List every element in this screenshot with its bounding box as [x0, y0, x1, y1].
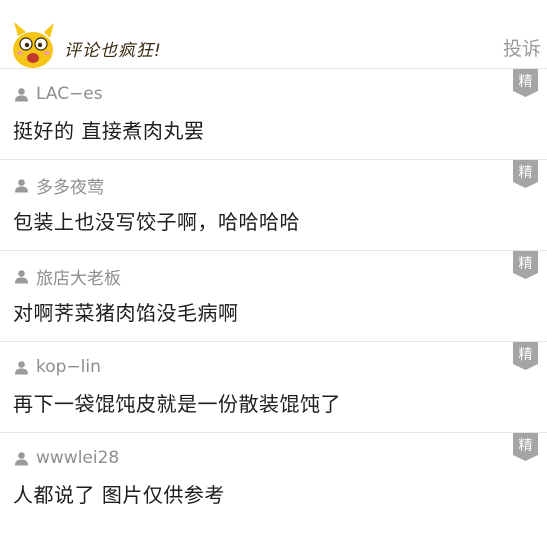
featured-badge: 精 — [513, 160, 538, 188]
comment-user-row: 旅店大老板 — [14, 264, 121, 289]
user-icon — [15, 269, 28, 283]
user-icon — [15, 360, 28, 374]
featured-badge: 精 — [513, 69, 538, 97]
comment-username[interactable]: 旅店大老板 — [36, 264, 121, 289]
comment-item: 精 旅店大老板 对啊荠菜猪肉馅没毛病啊 — [0, 250, 547, 341]
comment-text: 对啊荠菜猪肉馅没毛病啊 — [13, 301, 239, 325]
comment-user-row: kop−lin — [14, 356, 101, 378]
user-icon — [15, 87, 28, 101]
comment-user-row: LAC−es — [14, 83, 103, 105]
featured-badge-label: 精 — [519, 165, 533, 181]
comments-header: 评论也疯狂! 投诉 — [0, 0, 547, 68]
report-link[interactable]: 投诉 — [503, 34, 541, 61]
featured-badge-label: 精 — [519, 438, 533, 454]
comment-text: 人都说了 图片仅供参考 — [13, 483, 225, 507]
comment-username[interactable]: kop−lin — [36, 357, 101, 377]
comment-item: 精 LAC−es 挺好的 直接煮肉丸罢 — [0, 68, 547, 159]
comment-text: 挺好的 直接煮肉丸罢 — [13, 119, 205, 143]
featured-badge-label: 精 — [519, 347, 533, 363]
comment-item: 精 多多夜莺 包装上也没写饺子啊，哈哈哈哈 — [0, 159, 547, 250]
featured-badge-label: 精 — [519, 74, 533, 90]
featured-badge-label: 精 — [519, 256, 533, 272]
comment-text: 包装上也没写饺子啊，哈哈哈哈 — [13, 210, 300, 234]
user-icon — [15, 451, 28, 465]
comment-username[interactable]: 多多夜莺 — [36, 173, 104, 198]
featured-badge: 精 — [513, 433, 538, 461]
comment-username[interactable]: LAC−es — [36, 84, 103, 104]
comment-item: 精 wwwlei28 人都说了 图片仅供参考 — [0, 432, 547, 523]
featured-badge: 精 — [513, 342, 538, 370]
featured-badge: 精 — [513, 251, 538, 279]
mascot-icon — [13, 22, 54, 68]
user-icon — [15, 178, 28, 192]
comment-text: 再下一袋馄饨皮就是一份散装馄饨了 — [13, 392, 341, 416]
comment-username[interactable]: wwwlei28 — [36, 448, 119, 468]
comment-user-row: 多多夜莺 — [14, 173, 104, 198]
comment-user-row: wwwlei28 — [14, 447, 119, 469]
header-title: 评论也疯狂! — [64, 41, 162, 61]
comment-list: 精 LAC−es 挺好的 直接煮肉丸罢 精 多多夜莺 包装上也没写饺子啊，哈哈哈… — [0, 68, 547, 523]
comment-item: 精 kop−lin 再下一袋馄饨皮就是一份散装馄饨了 — [0, 341, 547, 432]
